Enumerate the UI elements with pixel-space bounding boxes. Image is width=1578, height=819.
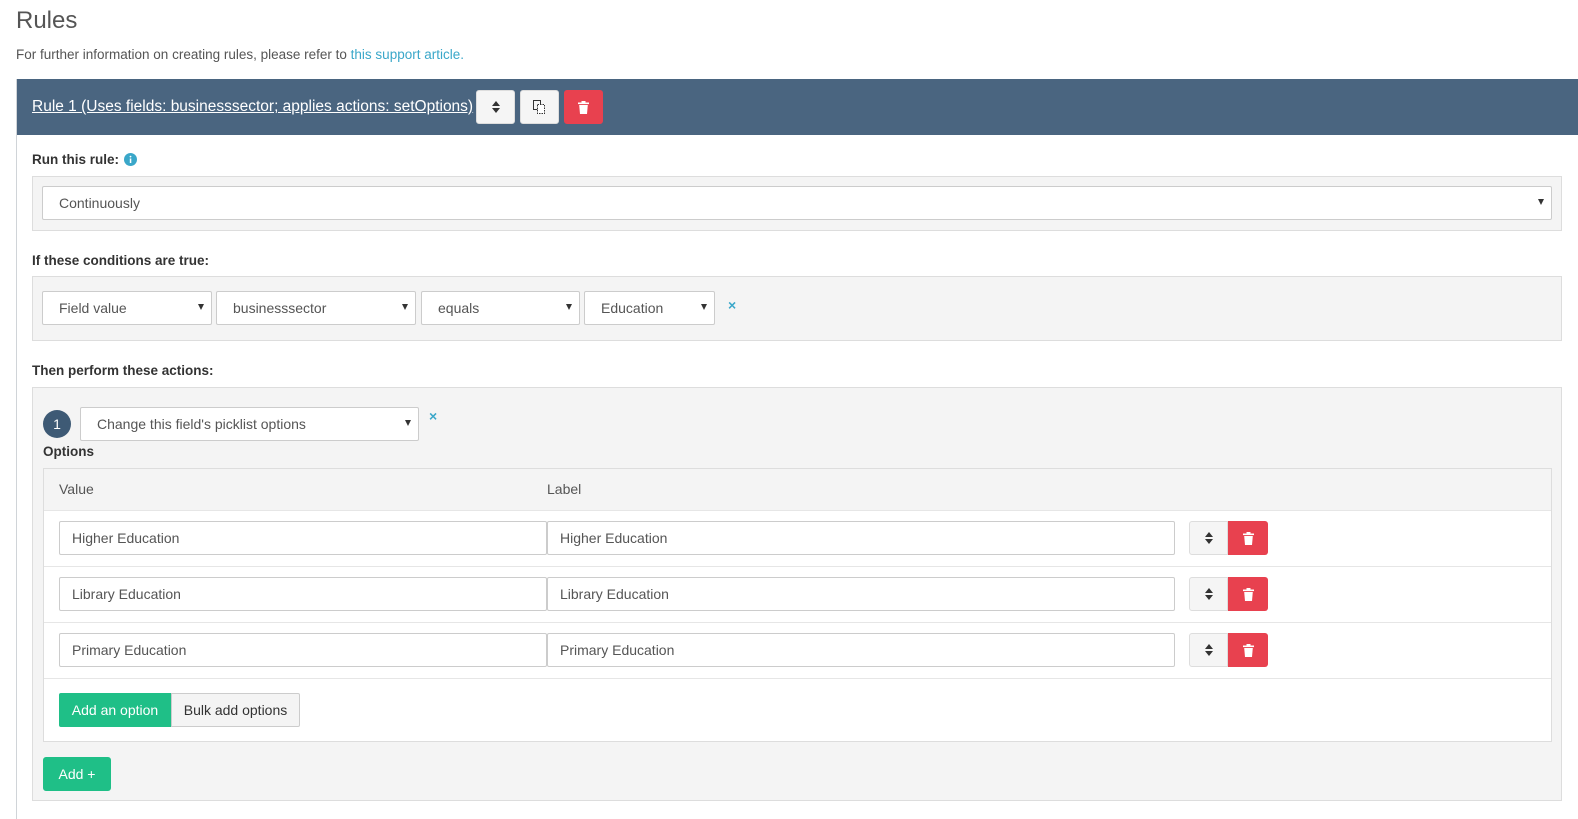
sort-icon: [1204, 532, 1213, 544]
option-label-input[interactable]: Library Education: [547, 577, 1175, 611]
copy-icon: [533, 100, 546, 114]
delete-option-button[interactable]: [1228, 521, 1268, 555]
action-number-badge: 1: [43, 410, 71, 438]
info-icon[interactable]: [124, 153, 137, 166]
trash-icon: [578, 100, 590, 114]
page-title: Rules: [16, 7, 78, 34]
trash-icon: [1242, 587, 1254, 601]
condition-value-select[interactable]: Education: [584, 291, 715, 325]
run-rule-select-value: Continuously: [59, 195, 140, 211]
conditions-label: If these conditions are true:: [32, 253, 210, 268]
action-type-select[interactable]: Change this field's picklist options: [80, 407, 419, 441]
sort-icon: [1204, 644, 1213, 656]
delete-option-button[interactable]: [1228, 577, 1268, 611]
condition-value-value: Education: [601, 300, 664, 316]
options-table-header: Value Label: [44, 469, 1551, 510]
bulk-add-options-button[interactable]: Bulk add options: [171, 693, 300, 727]
option-value-input[interactable]: Primary Education: [59, 633, 547, 667]
delete-rule-button[interactable]: [564, 90, 604, 124]
trash-icon: [1242, 643, 1254, 657]
option-label-input[interactable]: Primary Education: [547, 633, 1175, 667]
sort-option-button[interactable]: [1189, 577, 1228, 611]
options-table: Value Label Higher Education Higher Educ…: [43, 468, 1552, 742]
add-action-button[interactable]: Add +: [43, 757, 111, 791]
caret-down-icon: [198, 304, 204, 310]
caret-down-icon: [405, 420, 411, 426]
value-column-header: Value: [59, 481, 94, 497]
actions-well: 1 Change this field's picklist options ×…: [32, 387, 1562, 801]
sort-icon: [1204, 588, 1213, 600]
caret-down-icon: [566, 304, 572, 310]
copy-rule-button[interactable]: [520, 90, 560, 124]
action-type-value: Change this field's picklist options: [97, 416, 306, 432]
run-rule-label-text: Run this rule:: [32, 152, 119, 167]
caret-down-icon: [402, 304, 408, 310]
option-value-input[interactable]: Higher Education: [59, 521, 547, 555]
sort-option-button[interactable]: [1189, 633, 1228, 667]
trash-icon: [1242, 531, 1254, 545]
options-label: Options: [43, 444, 94, 459]
rule-header: Rule 1 (Uses fields: businesssector; app…: [17, 79, 1578, 135]
condition-operator-select[interactable]: equals: [421, 291, 580, 325]
rule-panel: Rule 1 (Uses fields: businesssector; app…: [16, 79, 1578, 819]
support-article-link[interactable]: this support article.: [351, 47, 464, 62]
rule-title-link[interactable]: Rule 1 (Uses fields: businesssector; app…: [32, 98, 473, 116]
remove-action-button[interactable]: ×: [429, 408, 437, 424]
sort-icon: [491, 101, 500, 113]
caret-down-icon: [701, 304, 707, 310]
table-row: Library Education Library Education: [44, 566, 1551, 622]
run-rule-well: Continuously: [32, 176, 1562, 231]
actions-label: Then perform these actions:: [32, 363, 214, 378]
add-option-button[interactable]: Add an option: [59, 693, 171, 727]
options-footer: Add an option Bulk add options: [44, 678, 1551, 743]
sort-option-button[interactable]: [1189, 521, 1228, 555]
intro-text-label: For further information on creating rule…: [16, 47, 351, 62]
table-row: Primary Education Primary Education: [44, 622, 1551, 678]
condition-field-value: businesssector: [233, 300, 327, 316]
condition-operator-value: equals: [438, 300, 480, 316]
condition-type-value: Field value: [59, 300, 127, 316]
caret-down-icon: [1538, 199, 1544, 205]
intro-text: For further information on creating rule…: [16, 47, 464, 62]
table-row: Higher Education Higher Education: [44, 510, 1551, 566]
condition-field-select[interactable]: businesssector: [216, 291, 416, 325]
sort-rule-button[interactable]: [476, 90, 516, 124]
label-column-header: Label: [547, 481, 582, 497]
option-value-input[interactable]: Library Education: [59, 577, 547, 611]
remove-condition-button[interactable]: ×: [728, 297, 736, 313]
option-label-input[interactable]: Higher Education: [547, 521, 1175, 555]
delete-option-button[interactable]: [1228, 633, 1268, 667]
condition-type-select[interactable]: Field value: [42, 291, 212, 325]
run-rule-label: Run this rule:: [32, 152, 137, 167]
run-rule-select[interactable]: Continuously: [42, 186, 1552, 220]
conditions-well: Field value businesssector equals Educat…: [32, 276, 1562, 341]
